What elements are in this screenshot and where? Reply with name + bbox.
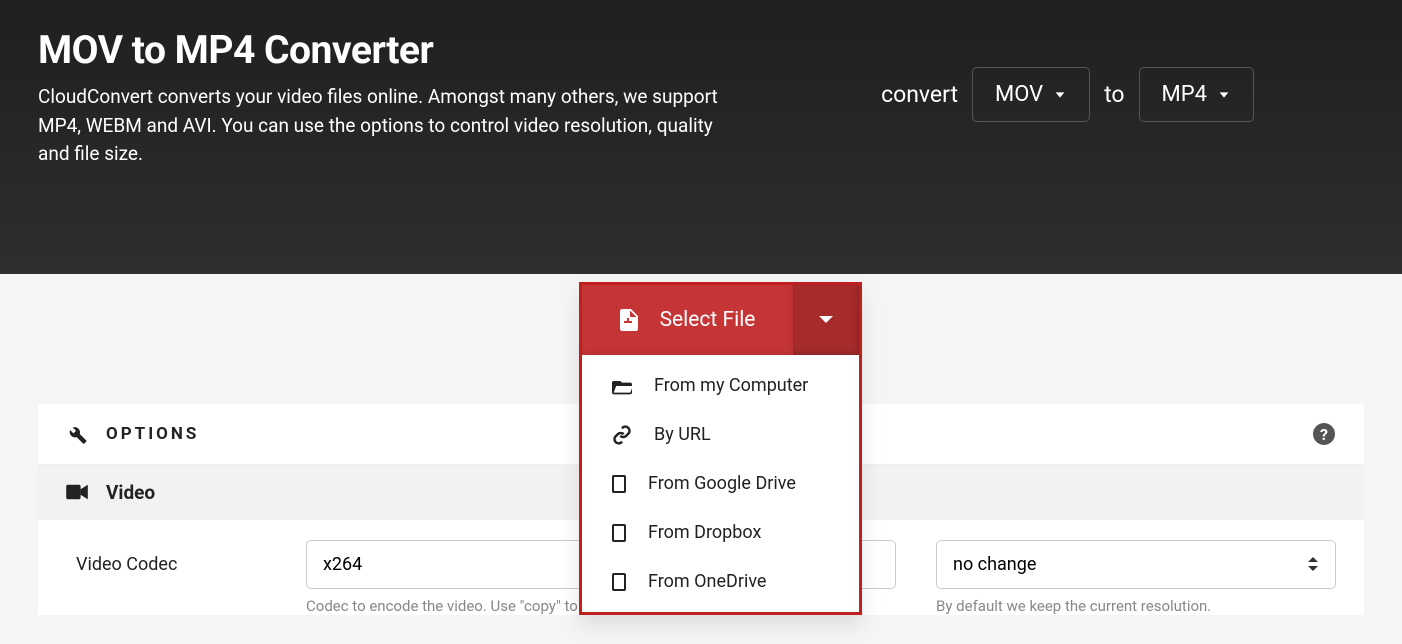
folder-open-icon: [612, 376, 632, 396]
help-icon[interactable]: ?: [1312, 422, 1336, 446]
select-file-button[interactable]: Select File: [582, 285, 793, 355]
to-label: to: [1104, 81, 1124, 108]
target-format-value: MP4: [1162, 82, 1207, 107]
video-codec-label: Video Codec: [66, 540, 266, 589]
file-plus-icon: [620, 309, 638, 331]
page-description: CloudConvert converts your video files o…: [38, 83, 738, 169]
video-codec-value: x264: [323, 554, 362, 575]
menu-item-label: By URL: [654, 424, 711, 445]
video-camera-icon: [66, 483, 88, 501]
target-format-dropdown[interactable]: MP4: [1139, 67, 1254, 122]
resolution-select[interactable]: no change: [936, 540, 1336, 589]
options-title: OPTIONS: [106, 424, 199, 444]
onedrive-icon: [612, 573, 626, 591]
google-drive-icon: [612, 475, 626, 493]
resolution-hint: By default we keep the current resolutio…: [936, 597, 1336, 615]
menu-item-from-computer[interactable]: From my Computer: [582, 361, 859, 410]
menu-item-by-url[interactable]: By URL: [582, 410, 859, 459]
file-source-menu: From my Computer By URL From Google Driv…: [582, 355, 859, 612]
menu-item-label: From Google Drive: [648, 473, 796, 494]
menu-item-dropbox[interactable]: From Dropbox: [582, 508, 859, 557]
menu-item-google-drive[interactable]: From Google Drive: [582, 459, 859, 508]
video-section-title: Video: [106, 481, 155, 504]
select-file-label: Select File: [660, 308, 756, 332]
svg-text:?: ?: [1320, 425, 1328, 444]
chevron-down-icon: [1217, 88, 1231, 102]
select-file-caret-button[interactable]: [793, 285, 859, 355]
dropbox-icon: [612, 524, 626, 542]
page-header: MOV to MP4 Converter CloudConvert conver…: [0, 0, 1402, 274]
menu-item-label: From OneDrive: [648, 571, 766, 592]
select-file-dropdown: Select File From my Computer By URL From…: [579, 282, 862, 615]
menu-item-onedrive[interactable]: From OneDrive: [582, 557, 859, 606]
format-bar: convert MOV to MP4: [881, 67, 1254, 122]
menu-item-label: From Dropbox: [648, 522, 761, 543]
chevron-down-icon: [1053, 88, 1067, 102]
wrench-icon: [66, 423, 88, 445]
sort-icon: [1307, 555, 1319, 573]
resolution-value: no change: [953, 554, 1036, 575]
page-title: MOV to MP4 Converter: [38, 27, 738, 73]
chevron-down-icon: [817, 314, 835, 326]
source-format-dropdown[interactable]: MOV: [972, 67, 1090, 122]
convert-label: convert: [881, 81, 958, 108]
link-icon: [612, 425, 632, 445]
source-format-value: MOV: [995, 82, 1043, 107]
menu-item-label: From my Computer: [654, 375, 808, 396]
